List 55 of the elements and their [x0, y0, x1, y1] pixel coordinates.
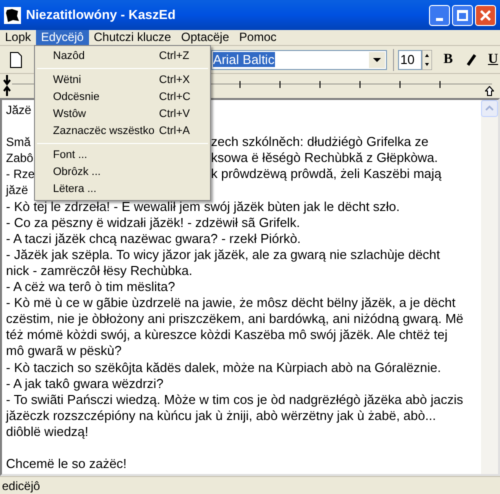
text-line: zech szkólněch: dłudżiégò Grifelka ze	[211, 134, 429, 150]
text-line: - Jăzëk jak szëpla. To wicy jăzor jak jăzëk, ale za gwarą nie szlachùje dëcht	[6, 246, 440, 262]
text-line: - Rze	[6, 167, 35, 182]
new-file-icon	[10, 52, 22, 68]
text-line: - Co za pëszny ë widzałi jăzëk! - zdzëwił sã Grifelk.	[6, 214, 300, 230]
text-line: ksowa ë łěségò Rechùbkă z Głëpkòwa.	[211, 150, 438, 166]
text-line: Jăzë	[6, 103, 32, 117]
text-line: mô gwarã w pëskù?	[6, 343, 122, 358]
text-line: nick - zamrëczôł łësy Rechùbka.	[6, 262, 192, 278]
menu-item[interactable]: Optacëje	[176, 30, 234, 45]
app-icon	[4, 6, 21, 24]
menu-option[interactable]: Obrôzk ...	[35, 164, 210, 181]
italic-icon[interactable]	[464, 52, 478, 66]
text-line: - A cëż wa terô ò tim mëslita?	[6, 279, 176, 294]
text-line: jăzëczk rozszczépióny na kùńcu jak ù żniji, abò wërzëtny jak ù żabë, abò...	[6, 408, 436, 423]
scrollbar[interactable]	[481, 100, 498, 474]
bold-button[interactable]: B	[440, 49, 456, 70]
text-line: Chcemë le so zażëc!	[6, 456, 127, 472]
font-dropdown[interactable]: Arial Baltic	[211, 50, 388, 70]
text-line: - Kò tej le zdrzeła! - E wewalił jem swój jăzëk bùten jak le dëcht szło.	[6, 198, 400, 214]
status-text: edicëjô	[2, 478, 40, 494]
menu-option[interactable]: Zaznaczëc wszëstko Ctrl+A	[35, 123, 210, 140]
text-line: Zabô	[6, 151, 34, 166]
menu-option[interactable]: Wstôw Ctrl+V	[35, 106, 210, 123]
window-title: Niezatitlowóny - KaszEd	[26, 6, 177, 24]
text-line: jăzë	[6, 183, 28, 198]
text-line: - Kò taczich so szëkôjta kădës dalek, mòże na Kùrpiach abò na Góralëznie.	[6, 360, 442, 374]
text-line: k prôwdzëwą prôwdă, żeli Kaszëbi mają	[211, 166, 442, 182]
text-line: téż mómë kòżdi swój, a kùreszce kòżdi Kaszëba mô swój jăzëk. Ale chtëż tej	[6, 327, 448, 342]
font-size-field[interactable]: 10	[398, 50, 422, 70]
spinner-icon[interactable]	[422, 50, 432, 70]
menu-option[interactable]: Font ...	[35, 147, 210, 164]
minimize-button[interactable]	[429, 4, 450, 26]
close-icon	[480, 10, 491, 20]
menu-option[interactable]: Lëtera ...	[35, 181, 210, 198]
indent-arrows-icon[interactable]	[3, 75, 11, 97]
font-name: Arial Baltic	[213, 52, 276, 67]
text-line: czëstim, nie je òbłożony ani priszczëkem, ani bardówką, ani niżódną gwarą. Më	[6, 311, 464, 326]
maximize-button[interactable]	[452, 4, 473, 26]
menu-option[interactable]: Nazôd Ctrl+Z	[35, 48, 210, 65]
text-line: - A taczi jăzëk chcą nazëwac gwara? - rzekł Piórkò.	[6, 230, 301, 246]
text-line: - To swiãti Pańsczi wiedzą. Mòże w tim cos je òd nadgrëzłégò jăzëka abò jaczis	[6, 392, 464, 407]
text-line: - A jak takô gwara wëzdrzi?	[6, 376, 164, 391]
menu-item[interactable]: Lopk	[0, 30, 36, 45]
text-line: Smă	[6, 135, 31, 150]
menu-option[interactable]: Wëtni Ctrl+X	[35, 72, 210, 89]
menu-option[interactable]: Odcësnie Ctrl+C	[35, 89, 210, 106]
close-button[interactable]	[475, 4, 496, 26]
menu-item[interactable]: Pomoc	[234, 30, 282, 45]
underline-button[interactable]: U	[486, 49, 500, 70]
menu-item[interactable]: Chutczi klucze	[88, 30, 176, 45]
menu-item[interactable]: Edycëjô	[36, 30, 89, 45]
text-line: diôblë wiedzą!	[6, 424, 88, 439]
right-margin-icon[interactable]	[485, 86, 494, 96]
text-line: - Kò më ù ce w gãbie ùzdrzelë na jawie, że môsz dëcht bëlny jăzëk, a je dëcht	[6, 295, 456, 310]
